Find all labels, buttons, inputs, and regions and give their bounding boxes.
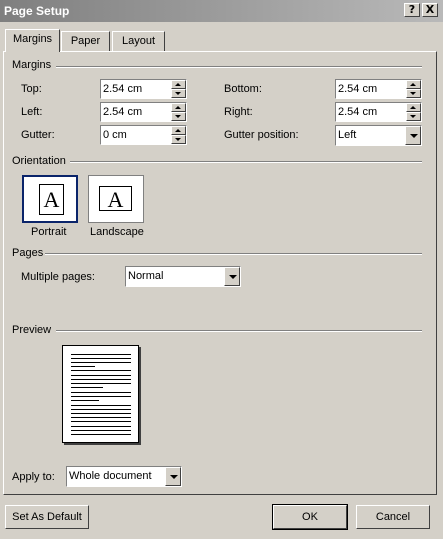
page-setup-dialog: Page Setup ? X Margins Paper Layout Marg… bbox=[0, 0, 443, 539]
margins-tab-panel bbox=[3, 51, 437, 495]
help-button[interactable]: ? bbox=[404, 3, 420, 17]
tab-label: Margins bbox=[12, 33, 53, 45]
window-title: Page Setup bbox=[4, 4, 70, 18]
tab-paper[interactable]: Paper bbox=[61, 31, 110, 51]
tab-layout[interactable]: Layout bbox=[112, 31, 165, 51]
ok-button[interactable]: OK bbox=[272, 504, 348, 530]
tab-label: Paper bbox=[70, 35, 101, 47]
tab-margins[interactable]: Margins bbox=[5, 29, 60, 52]
tab-label: Layout bbox=[121, 35, 156, 47]
set-as-default-button[interactable]: Set As Default bbox=[5, 505, 89, 529]
cancel-button[interactable]: Cancel bbox=[356, 505, 430, 529]
close-button[interactable]: X bbox=[422, 3, 438, 17]
title-bar[interactable]: Page Setup ? X bbox=[0, 0, 443, 22]
